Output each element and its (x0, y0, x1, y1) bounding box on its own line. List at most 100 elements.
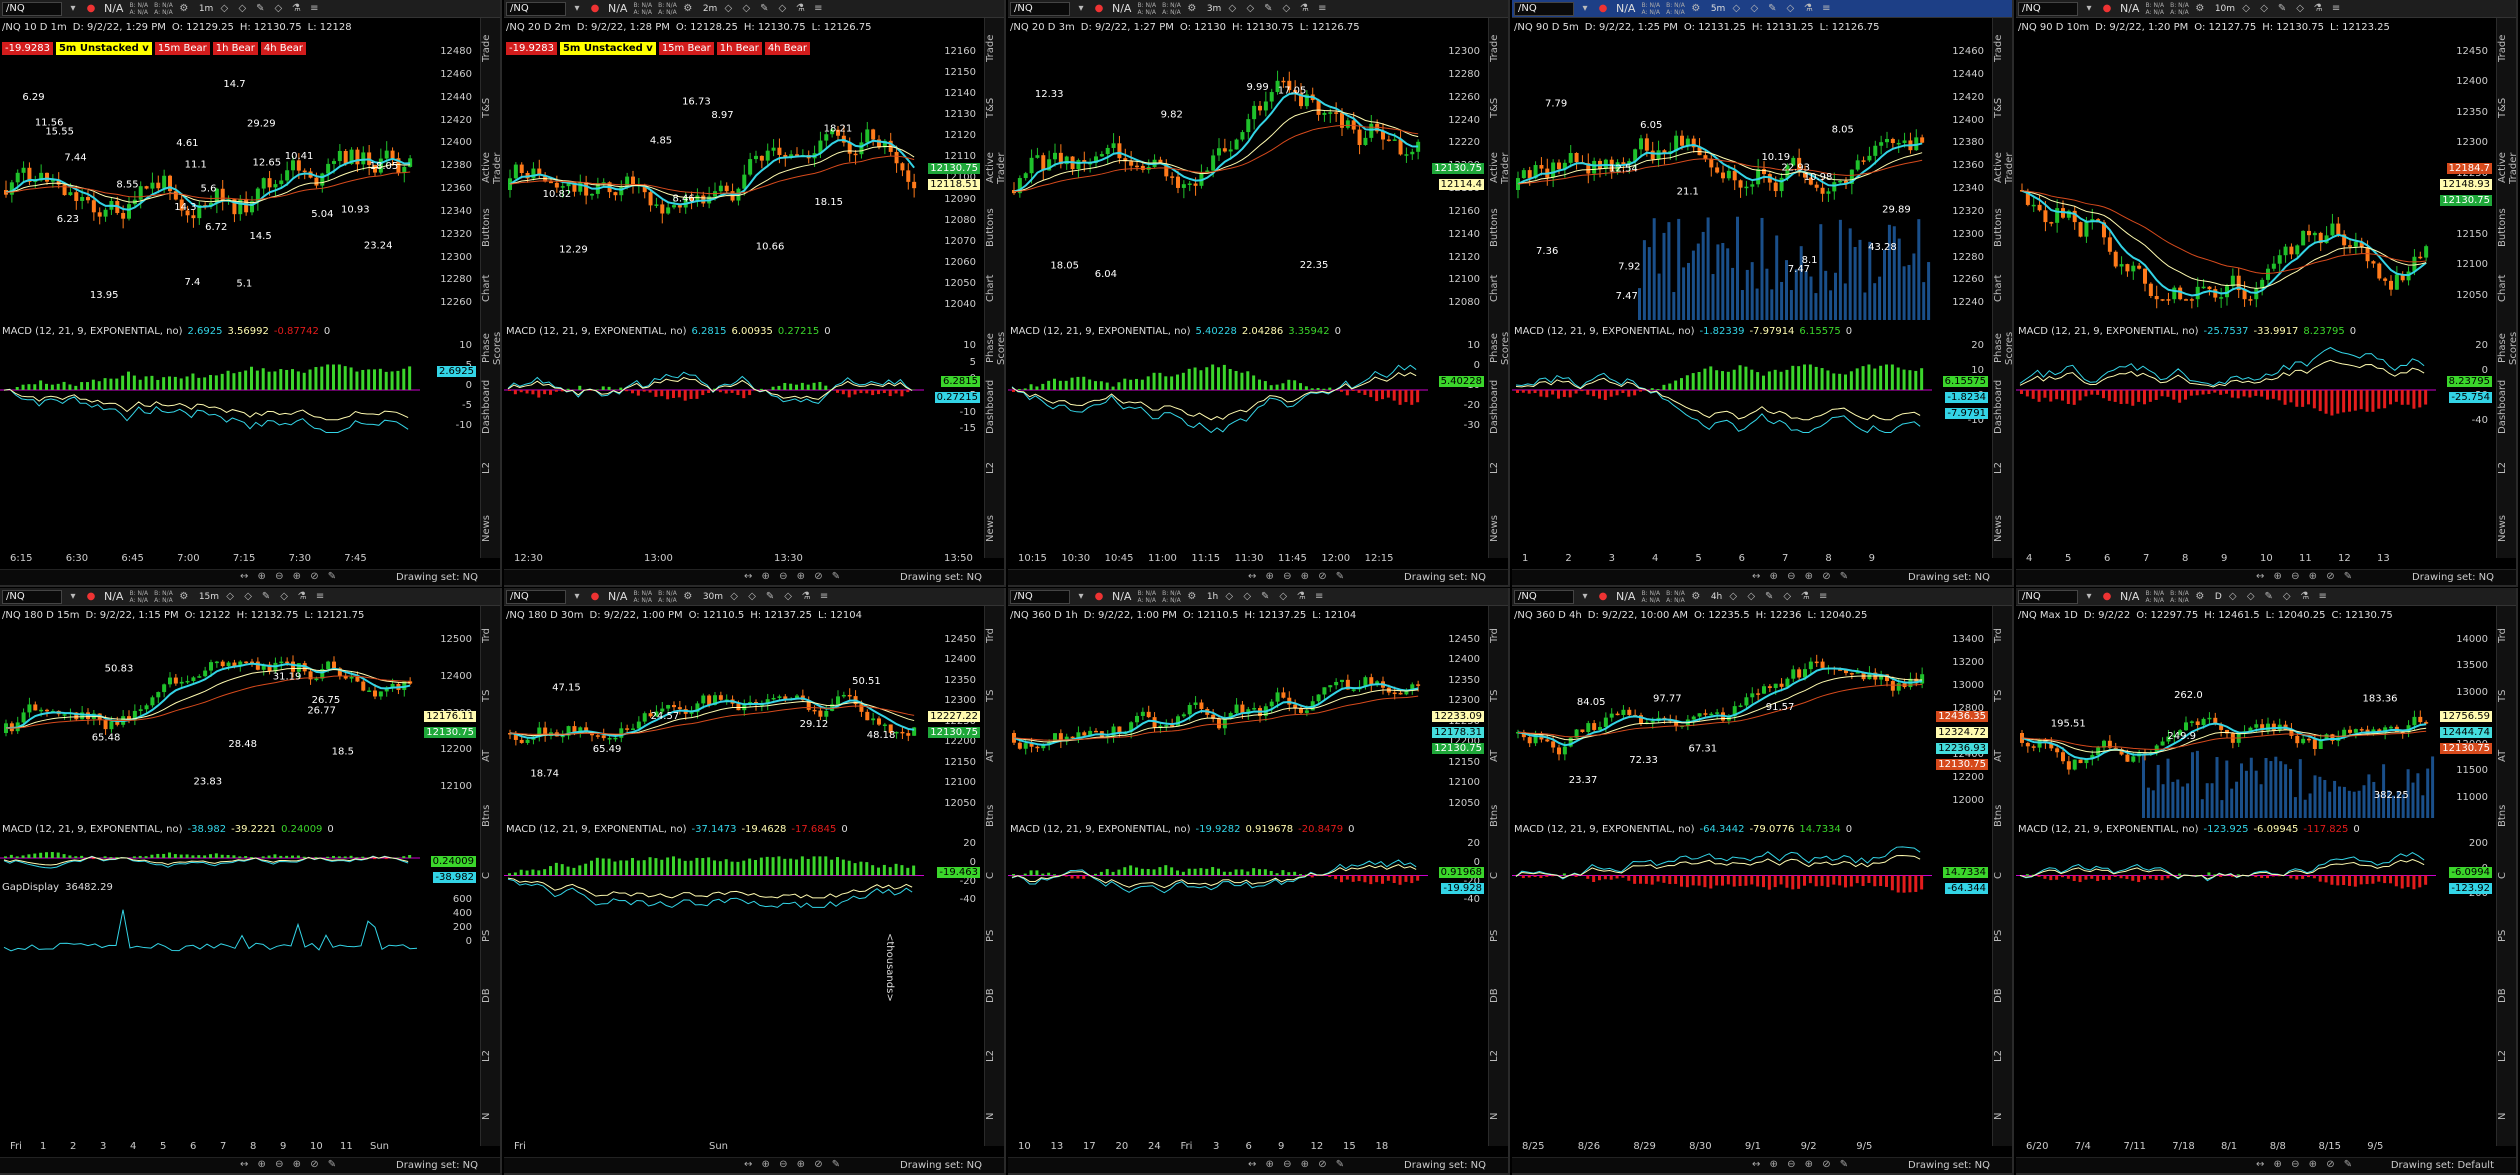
draw-icon[interactable]: ◇ (745, 590, 759, 604)
side-tab-dashboard[interactable]: Dashboard (1489, 380, 1508, 434)
side-tab-trd[interactable]: Trd (1489, 610, 1508, 662)
zoom-controls[interactable]: ↔ ⊕ ⊖ ⊕ ⊘ ✎ (744, 571, 843, 582)
link-icon[interactable]: ● (588, 590, 602, 604)
timeframe-selector[interactable]: D (2215, 592, 2222, 602)
draw-icon[interactable]: ◇ (2257, 2, 2271, 16)
side-tab-ts[interactable]: TS (985, 670, 1004, 722)
menu-icon[interactable]: ≡ (1816, 590, 1830, 604)
draw-icon[interactable]: ◇ (1240, 590, 1254, 604)
flask-icon[interactable]: ⚗ (799, 590, 813, 604)
side-tab-news[interactable]: News (1489, 502, 1508, 554)
link-icon[interactable]: ● (588, 2, 602, 16)
link-icon[interactable]: ● (2100, 590, 2114, 604)
side-tab-dashboard[interactable]: Dashboard (1993, 380, 2012, 434)
share-icon[interactable]: ◇ (1279, 2, 1293, 16)
side-tab-t-s[interactable]: T&S (481, 82, 500, 134)
symbol-input[interactable]: /NQ (2018, 589, 2078, 604)
side-tab-n[interactable]: N (481, 1090, 500, 1142)
drawing-set[interactable]: Drawing set: NQ (396, 572, 478, 583)
draw-icon[interactable]: ◇ (241, 590, 255, 604)
price-chart[interactable] (2016, 60, 2436, 320)
chevron-down-icon[interactable]: ▾ (2082, 590, 2096, 604)
link-icon[interactable]: ● (84, 590, 98, 604)
side-tab-btns[interactable]: Btns (1993, 790, 2012, 842)
side-tab-btns[interactable]: Btns (985, 790, 1004, 842)
chart-panel-p3[interactable]: /NQ ▾ ● N/A B: N/A A: N/A B: N/A A: N/A ⚙ 3m ◇ ◇ ✎ ◇ ⚗… (1008, 0, 1510, 587)
share-icon[interactable]: ◇ (2293, 2, 2307, 16)
macd-chart[interactable] (2016, 340, 2436, 440)
price-chart[interactable]: 26.7531.1923.8318.565.4850.8328.4826.77 (0, 648, 420, 818)
bell-icon[interactable]: ◇ (2239, 2, 2253, 16)
side-tab-news[interactable]: News (481, 502, 500, 554)
gear-icon[interactable]: ⚙ (1689, 590, 1703, 604)
side-tab-active-trader[interactable]: Active Trader (985, 142, 1004, 194)
chevron-down-icon[interactable]: ▾ (66, 590, 80, 604)
gear-icon[interactable]: ⚙ (177, 590, 191, 604)
zoom-controls[interactable]: ↔ ⊕ ⊖ ⊕ ⊘ ✎ (1248, 1159, 1347, 1170)
price-chart[interactable]: 29.8922.9312.5421.110.1943.287.477.9210.… (1512, 60, 1932, 320)
side-tab-l2[interactable]: L2 (1993, 1030, 2012, 1082)
draw-icon[interactable]: ◇ (1744, 590, 1758, 604)
side-tab-n[interactable]: N (2497, 1090, 2516, 1142)
price-chart[interactable] (1008, 648, 1428, 818)
link-icon[interactable]: ● (2100, 2, 2114, 16)
side-tab-phase-scores[interactable]: Phase Scores (1489, 322, 1508, 374)
flask-icon[interactable]: ⚗ (289, 2, 303, 16)
side-tab-dashboard[interactable]: Dashboard (2497, 380, 2516, 434)
side-tab-chart[interactable]: Chart (481, 262, 500, 314)
gear-icon[interactable]: ⚙ (177, 2, 191, 16)
chevron-down-icon[interactable]: ▾ (1578, 2, 1592, 16)
chevron-down-icon[interactable]: ▾ (2082, 2, 2096, 16)
symbol-input[interactable]: /NQ (2, 1, 62, 16)
side-tab-n[interactable]: N (1489, 1090, 1508, 1142)
chart-panel-p2[interactable]: /NQ ▾ ● N/A B: N/A A: N/A B: N/A A: N/A ⚙ 2m ◇ ◇ ✎ ◇ ⚗… (504, 0, 1006, 587)
side-tab-dashboard[interactable]: Dashboard (985, 380, 1004, 434)
symbol-input[interactable]: /NQ (506, 589, 566, 604)
pencil-icon[interactable]: ✎ (757, 2, 771, 16)
draw-icon[interactable]: ◇ (1243, 2, 1257, 16)
bell-icon[interactable]: ◇ (223, 590, 237, 604)
link-icon[interactable]: ● (1596, 2, 1610, 16)
side-tab-c[interactable]: C (985, 850, 1004, 902)
chart-panel-p1[interactable]: /NQ ▾ ● N/A B: N/A A: N/A B: N/A A: N/A ⚙ 1m ◇ ◇ ✎ ◇ ⚗… (0, 0, 502, 587)
side-tab-active-trader[interactable]: Active Trader (1489, 142, 1508, 194)
chevron-down-icon[interactable]: ▾ (66, 2, 80, 16)
side-tab-l2[interactable]: L2 (2497, 442, 2516, 494)
flask-icon[interactable]: ⚗ (2311, 2, 2325, 16)
menu-icon[interactable]: ≡ (1819, 2, 1833, 16)
pencil-icon[interactable]: ✎ (253, 2, 267, 16)
side-tab-db[interactable]: DB (1489, 970, 1508, 1022)
macd-chart[interactable] (1512, 838, 1932, 913)
side-tab-chart[interactable]: Chart (2497, 262, 2516, 314)
bell-icon[interactable]: ◇ (1222, 590, 1236, 604)
pencil-icon[interactable]: ✎ (1765, 2, 1779, 16)
side-tab-buttons[interactable]: Buttons (985, 202, 1004, 254)
symbol-input[interactable]: /NQ (2, 589, 62, 604)
symbol-input[interactable]: /NQ (2018, 1, 2078, 16)
chart-panel-p9[interactable]: /NQ ▾ ● N/A B: N/A A: N/A B: N/A A: N/A ⚙ 4h ◇ ◇ ✎ ◇ ⚗… (1512, 588, 2014, 1175)
menu-icon[interactable]: ≡ (817, 590, 831, 604)
chevron-down-icon[interactable]: ▾ (1074, 2, 1088, 16)
gear-icon[interactable]: ⚙ (2193, 590, 2207, 604)
side-tab-t-s[interactable]: T&S (2497, 82, 2516, 134)
bell-icon[interactable]: ◇ (1729, 2, 1743, 16)
menu-icon[interactable]: ≡ (2316, 590, 2330, 604)
symbol-input[interactable]: /NQ (1514, 1, 1574, 16)
chart-panel-p8[interactable]: /NQ ▾ ● N/A B: N/A A: N/A B: N/A A: N/A ⚙ 1h ◇ ◇ ✎ ◇ ⚗… (1008, 588, 1510, 1175)
side-tab-c[interactable]: C (1489, 850, 1508, 902)
side-tab-btns[interactable]: Btns (1489, 790, 1508, 842)
macd-chart[interactable] (0, 838, 420, 878)
timeframe-selector[interactable]: 15m (199, 592, 219, 602)
side-tab-trd[interactable]: Trd (985, 610, 1004, 662)
timeframe-selector[interactable]: 10m (2215, 4, 2235, 14)
share-icon[interactable]: ◇ (775, 2, 789, 16)
zoom-controls[interactable]: ↔ ⊕ ⊖ ⊕ ⊘ ✎ (744, 1159, 843, 1170)
price-chart[interactable]: 6.0422.3517.059.9918.059.8212.33 (1008, 60, 1428, 320)
macd-chart[interactable] (504, 838, 924, 913)
zoom-controls[interactable]: ↔ ⊕ ⊖ ⊕ ⊘ ✎ (240, 571, 339, 582)
side-tab-phase-scores[interactable]: Phase Scores (985, 322, 1004, 374)
macd-chart[interactable] (2016, 838, 2436, 913)
side-tab-ts[interactable]: TS (1489, 670, 1508, 722)
side-tab-at[interactable]: AT (2497, 730, 2516, 782)
zoom-controls[interactable]: ↔ ⊕ ⊖ ⊕ ⊘ ✎ (2256, 1159, 2355, 1170)
